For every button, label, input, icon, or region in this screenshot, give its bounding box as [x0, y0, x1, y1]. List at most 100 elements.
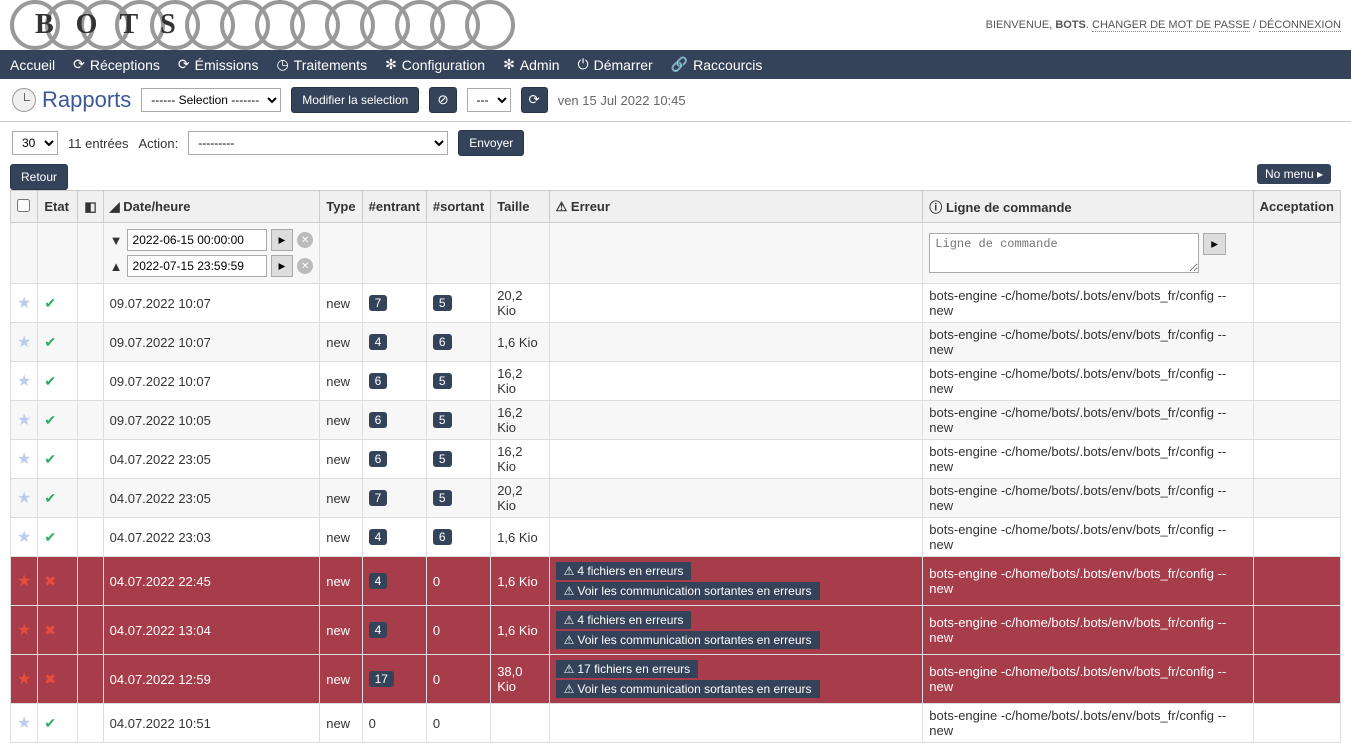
nav-admin[interactable]: ✻Admin: [503, 56, 559, 73]
cell-taille: 20,2 Kio: [491, 479, 549, 518]
col-taille[interactable]: Taille: [491, 191, 549, 223]
action-label: Action:: [138, 136, 178, 151]
page-timestamp: ven 15 Jul 2022 10:45: [558, 93, 686, 108]
star-icon[interactable]: ★: [17, 451, 31, 468]
modify-selection-button[interactable]: Modifier la selection: [291, 87, 419, 113]
entrant-badge[interactable]: 4: [369, 334, 388, 350]
nav-home[interactable]: Accueil: [10, 56, 55, 73]
cell-command: bots-engine -c/home/bots/.bots/env/bots_…: [923, 323, 1253, 362]
col-acceptation[interactable]: Acceptation: [1253, 191, 1340, 223]
col-etat[interactable]: Etat: [38, 191, 78, 223]
status-ok-icon: ✔: [44, 451, 56, 467]
star-icon[interactable]: ★: [17, 671, 31, 688]
command-filter-go-button[interactable]: ▸: [1203, 233, 1226, 255]
entrant-badge[interactable]: 6: [369, 373, 388, 389]
sortant-badge[interactable]: 5: [433, 412, 452, 428]
sortant-badge[interactable]: 6: [433, 529, 452, 545]
action-select[interactable]: ---------: [188, 131, 448, 155]
entrant-badge[interactable]: 4: [369, 622, 388, 638]
col-type[interactable]: Type: [320, 191, 362, 223]
error-link[interactable]: ⚠4 fichiers en erreurs: [556, 611, 692, 629]
entrant-badge[interactable]: 7: [369, 490, 388, 506]
table-row: ★✔04.07.2022 23:05new6516,2 Kiobots-engi…: [11, 440, 1341, 479]
cell-entrant: 0: [362, 704, 426, 743]
col-datetime[interactable]: ◢ Date/heure: [103, 191, 320, 223]
cell-type: new: [320, 362, 362, 401]
error-link[interactable]: ⚠Voir les communication sortantes en err…: [556, 582, 820, 600]
star-icon[interactable]: ★: [17, 529, 31, 546]
change-password-link[interactable]: CHANGER DE MOT DE PASSE: [1092, 19, 1250, 32]
star-icon[interactable]: ★: [17, 373, 31, 390]
col-sortant[interactable]: #sortant: [426, 191, 490, 223]
sortant-badge[interactable]: 6: [433, 334, 452, 350]
entrant-badge[interactable]: 6: [369, 451, 388, 467]
error-link[interactable]: ⚠17 fichiers en erreurs: [556, 660, 698, 678]
command-filter-input[interactable]: [929, 233, 1199, 273]
status-ok-icon: ✔: [44, 412, 56, 428]
sort-icon: ◢: [110, 199, 120, 214]
warning-icon: ⚠: [564, 662, 575, 676]
date-from-input[interactable]: [127, 229, 267, 251]
sortant-badge[interactable]: 5: [433, 490, 452, 506]
status-ok-icon: ✔: [44, 373, 56, 389]
logo: BOTS: [10, 0, 198, 50]
star-icon[interactable]: ★: [17, 490, 31, 507]
clock-icon: [12, 88, 36, 112]
col-commande[interactable]: ⓘ Ligne de commande: [923, 191, 1253, 223]
select-all-checkbox[interactable]: [17, 199, 30, 212]
error-link[interactable]: ⚠4 fichiers en erreurs: [556, 562, 692, 580]
status-ok-icon: ✔: [44, 715, 56, 731]
star-icon[interactable]: ★: [17, 622, 31, 639]
star-icon[interactable]: ★: [17, 412, 31, 429]
star-icon[interactable]: ★: [17, 295, 31, 312]
date-to-go-button[interactable]: ▸: [271, 255, 294, 277]
sortant-badge[interactable]: 5: [433, 373, 452, 389]
cell-sortant: 0: [426, 655, 490, 704]
cell-entrant: 17: [362, 655, 426, 704]
logout-link[interactable]: DÉCONNEXION: [1259, 19, 1341, 32]
nav-start[interactable]: ⏻Démarrer: [578, 56, 653, 73]
star-icon[interactable]: ★: [17, 715, 31, 732]
nav-emissions[interactable]: ⟳Émissions: [178, 56, 259, 73]
back-button[interactable]: Retour: [10, 164, 68, 190]
status-error-icon: ✖: [44, 671, 56, 687]
cancel-icon-button[interactable]: ⊘: [429, 87, 456, 113]
cell-sortant: 0: [426, 557, 490, 606]
sortant-badge[interactable]: 5: [433, 451, 452, 467]
error-link[interactable]: ⚠Voir les communication sortantes en err…: [556, 680, 820, 698]
selection-dropdown[interactable]: ------ Selection -------: [141, 88, 281, 112]
entrant-badge[interactable]: 4: [369, 573, 388, 589]
nav-receptions[interactable]: ⟳Réceptions: [73, 56, 160, 73]
clock-icon: ◷: [276, 56, 288, 73]
col-erreur[interactable]: ⚠ Erreur: [549, 191, 923, 223]
star-icon[interactable]: ★: [17, 334, 31, 351]
entrant-badge[interactable]: 6: [369, 412, 388, 428]
nav-treatments[interactable]: ◷Traitements: [276, 56, 367, 73]
cell-sortant: 5: [426, 284, 490, 323]
date-from-go-button[interactable]: ▸: [271, 229, 294, 251]
cell-datetime: 04.07.2022 22:45: [103, 557, 320, 606]
error-link[interactable]: ⚠Voir les communication sortantes en err…: [556, 631, 820, 649]
status-error-icon: ✖: [44, 622, 56, 638]
col-entrant[interactable]: #entrant: [362, 191, 426, 223]
entrant-badge[interactable]: 7: [369, 295, 388, 311]
entrant-badge[interactable]: 4: [369, 529, 388, 545]
secondary-dropdown[interactable]: ---: [467, 88, 511, 112]
no-menu-badge[interactable]: No menu ▸: [1257, 164, 1331, 184]
send-button[interactable]: Envoyer: [458, 130, 524, 156]
per-page-select[interactable]: 30: [12, 131, 58, 155]
cell-sortant: 0: [426, 704, 490, 743]
refresh-icon-button[interactable]: ⟳: [521, 87, 548, 113]
date-to-input[interactable]: [127, 255, 267, 277]
cell-errors: [549, 704, 923, 743]
date-to-clear-button[interactable]: ✕: [297, 258, 313, 274]
star-icon[interactable]: ★: [17, 573, 31, 590]
sortant-badge[interactable]: 5: [433, 295, 452, 311]
cell-datetime: 09.07.2022 10:05: [103, 401, 320, 440]
cell-datetime: 04.07.2022 23:03: [103, 518, 320, 557]
cell-taille: 1,6 Kio: [491, 518, 549, 557]
nav-shortcuts[interactable]: 🔗Raccourcis: [671, 56, 763, 73]
date-from-clear-button[interactable]: ✕: [297, 232, 313, 248]
nav-configuration[interactable]: ✻Configuration: [385, 56, 485, 73]
entrant-badge[interactable]: 17: [369, 671, 394, 687]
